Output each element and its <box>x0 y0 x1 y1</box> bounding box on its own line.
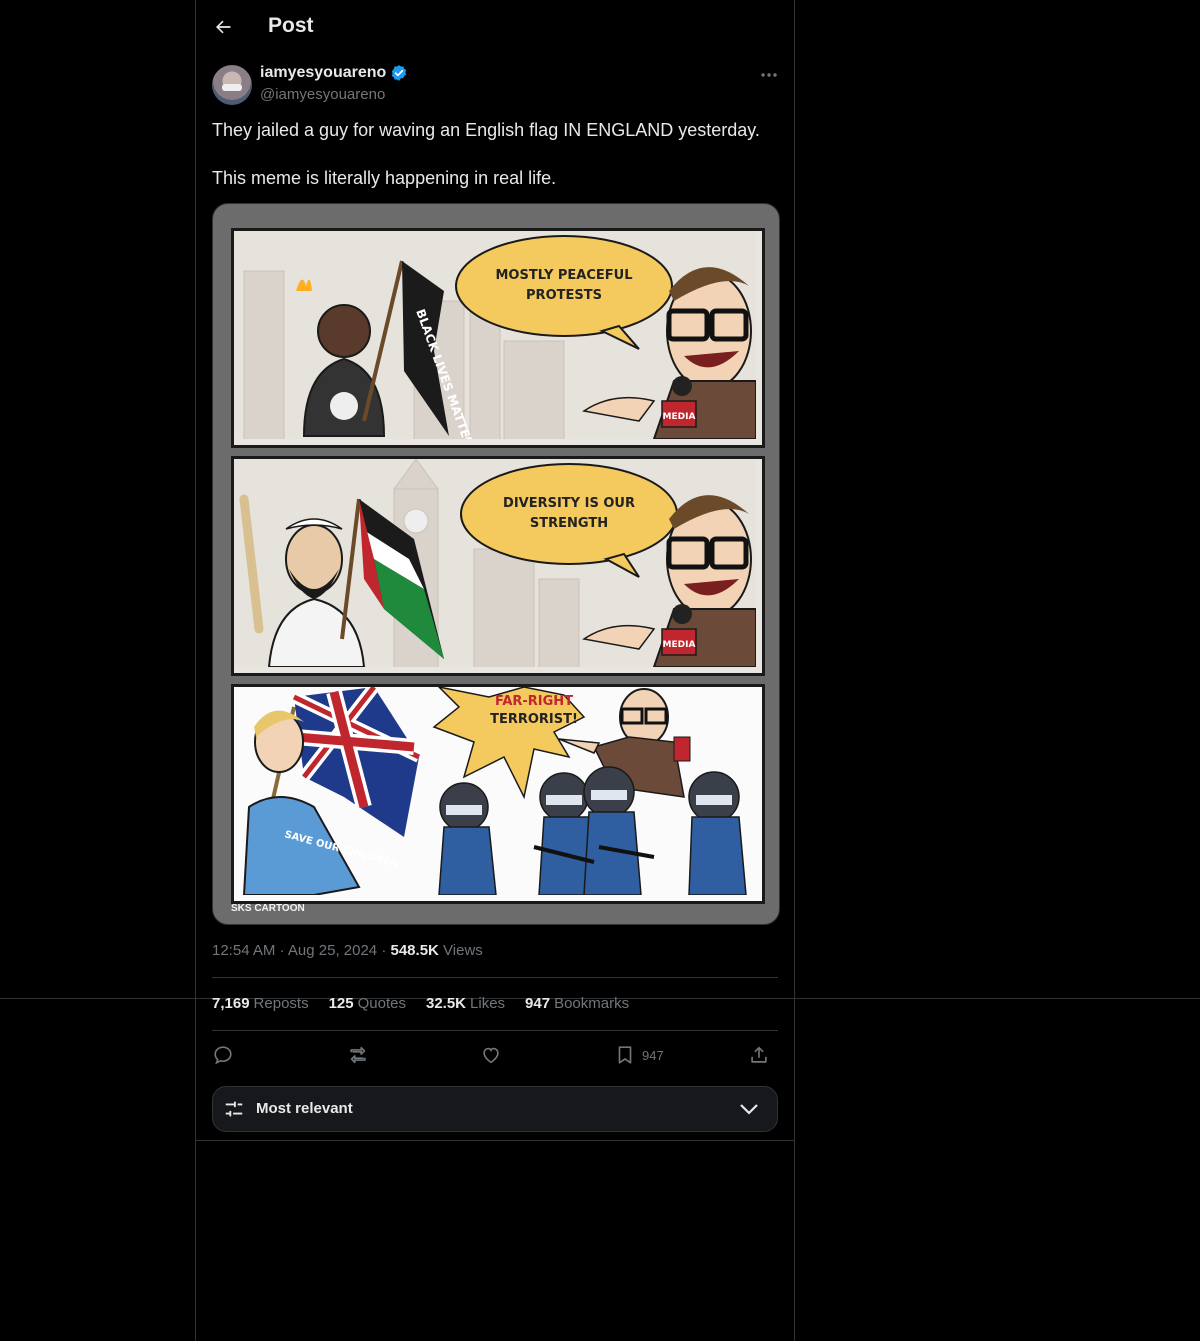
back-button[interactable] <box>206 10 240 44</box>
mic-label: MEDIA <box>663 640 696 650</box>
avatar[interactable] <box>212 65 252 105</box>
divider <box>212 977 778 978</box>
views-count: 548.5K <box>390 942 439 959</box>
page-title: Post <box>268 14 314 37</box>
meta-separator: · <box>279 942 285 959</box>
primary-column: Post iamyesyouareno @iamyesyouareno They… <box>195 0 795 1341</box>
repost-icon <box>350 1046 366 1064</box>
bubble-text: PROTESTS <box>526 288 602 303</box>
bookmarks-count: 947 <box>525 995 551 1012</box>
comic-panel-3: SAVE OUR CHILDREN FAR-RIGHT TERRORIST! <box>231 684 765 904</box>
reply-sort-dropdown[interactable]: Most relevant <box>212 1086 778 1132</box>
more-button[interactable] <box>756 64 782 86</box>
bookmarks-label: Bookmarks <box>554 995 630 1012</box>
bookmark-count: 947 <box>642 1047 664 1063</box>
likes-label: Likes <box>470 995 506 1012</box>
like-icon <box>483 1047 499 1064</box>
post-meta: 12:54 AM · Aug 25, 2024 · 548.5K Views <box>212 942 483 959</box>
author-name-row: iamyesyouareno <box>260 64 408 82</box>
verified-badge-icon[interactable] <box>390 64 408 82</box>
author-display-name[interactable]: iamyesyouareno <box>260 64 386 82</box>
like-button[interactable] <box>480 1040 502 1070</box>
reposts-count: 7,169 <box>212 995 250 1012</box>
tweet-image[interactable]: BLACK LIVES MATTER MOSTLY PEACEFUL PROTE… <box>212 203 780 925</box>
share-icon <box>751 1046 767 1063</box>
likes-count: 32.5K <box>425 995 467 1012</box>
engagement-stats: 7,169 Reposts 125 Quotes 32.5K Likes 947 Boo… <box>212 995 629 1012</box>
tweet-paragraph: This meme is literally happening in real… <box>212 168 557 188</box>
share-button[interactable] <box>748 1040 770 1070</box>
quotes-count: 125 <box>328 995 354 1012</box>
divider <box>196 1140 794 1141</box>
bookmarks-stat[interactable]: 947 Bookmarks <box>525 995 629 1012</box>
views-label: Views <box>443 942 483 959</box>
reply-icon <box>214 1046 232 1065</box>
bubble-text: DIVERSITY IS OUR <box>503 496 635 511</box>
bookmark-button[interactable]: 947 <box>614 1040 664 1070</box>
action-bar: 947 <box>212 1040 778 1070</box>
chevron-down-icon <box>740 1104 758 1115</box>
quotes-stat[interactable]: 125 Quotes <box>329 995 406 1012</box>
reply-button[interactable] <box>212 1040 234 1070</box>
bubble-text: STRENGTH <box>530 516 608 531</box>
post-time[interactable]: 12:54 AM <box>212 942 275 959</box>
sort-label: Most relevant <box>256 1100 353 1117</box>
author-handle[interactable]: @iamyesyouareno <box>260 86 385 103</box>
back-arrow-icon <box>216 20 231 34</box>
reposts-stat[interactable]: 7,169 Reposts <box>212 995 309 1012</box>
more-icon <box>761 73 777 77</box>
comic-panel-2: DIVERSITY IS OUR STRENGTH MEDIA <box>231 456 765 676</box>
image-credit: SKS CARTOON <box>231 903 305 914</box>
divider <box>212 1030 778 1031</box>
mic-label: MEDIA <box>663 412 696 422</box>
sliders-icon <box>225 1101 243 1117</box>
tweet-text: They jailed a guy for waving an English … <box>212 118 778 214</box>
bubble-text: MOSTLY PEACEFUL <box>495 268 632 283</box>
tweet-paragraph: They jailed a guy for waving an English … <box>212 120 760 140</box>
comic-panel-1: BLACK LIVES MATTER MOSTLY PEACEFUL PROTE… <box>231 228 765 448</box>
meta-separator: · <box>381 942 387 959</box>
reposts-label: Reposts <box>253 995 309 1012</box>
quotes-label: Quotes <box>357 995 406 1012</box>
bubble-text: TERRORIST! <box>490 712 578 727</box>
post-date[interactable]: Aug 25, 2024 <box>288 942 377 959</box>
likes-stat[interactable]: 32.5K Likes <box>426 995 505 1012</box>
repost-button[interactable] <box>346 1040 370 1070</box>
bookmark-icon <box>618 1046 632 1064</box>
post-header: Post <box>196 0 794 54</box>
bubble-text: FAR-RIGHT <box>495 694 573 709</box>
